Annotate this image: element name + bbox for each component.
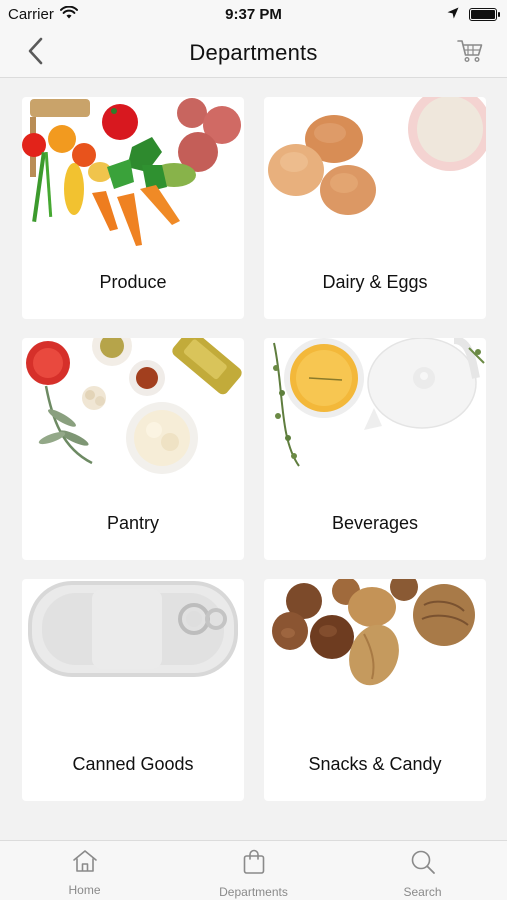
- tab-departments[interactable]: Departments: [194, 849, 314, 899]
- status-left: Carrier: [8, 5, 78, 23]
- department-card-snacks-candy[interactable]: Snacks & Candy: [264, 579, 486, 801]
- home-icon: [72, 849, 98, 878]
- page-title: Departments: [189, 39, 318, 65]
- department-label: Dairy & Eggs: [322, 272, 428, 292]
- location-arrow-icon: [447, 6, 459, 23]
- beverages-image: [273, 338, 485, 467]
- carrier-label: Carrier: [8, 5, 54, 23]
- tab-home[interactable]: Home: [25, 849, 145, 897]
- back-button[interactable]: [20, 37, 50, 70]
- search-icon: [410, 849, 436, 880]
- tab-label: Search: [403, 885, 442, 899]
- chevron-left-icon: [27, 37, 43, 70]
- tab-bar: Home Departments Search: [0, 840, 507, 900]
- shopping-bag-icon: [242, 849, 266, 880]
- department-label: Pantry: [106, 513, 160, 533]
- pantry-image: [26, 338, 242, 474]
- department-label: Snacks & Candy: [308, 754, 442, 774]
- nav-bar: Departments: [0, 28, 507, 78]
- department-card-beverages[interactable]: Beverages: [264, 338, 486, 560]
- department-card-dairy-eggs[interactable]: Dairy & Eggs: [264, 97, 486, 319]
- battery-icon: [469, 7, 500, 21]
- department-grid: Produce Dairy & Eggs Pantry Beverages Ca…: [22, 97, 486, 801]
- tab-label: Home: [68, 883, 101, 897]
- wifi-icon: [59, 5, 78, 23]
- department-card-produce[interactable]: Produce: [22, 97, 244, 319]
- department-label: Beverages: [331, 513, 419, 533]
- battery-fill: [471, 9, 495, 19]
- status-bar: Carrier 9:37 PM: [0, 0, 507, 28]
- department-card-pantry[interactable]: Pantry: [22, 338, 244, 560]
- cart-button[interactable]: [455, 38, 485, 68]
- produce-image: [22, 98, 241, 246]
- snacks-candy-image: [272, 579, 475, 686]
- tab-search[interactable]: Search: [363, 849, 483, 899]
- department-label: Produce: [99, 272, 167, 292]
- tab-label: Departments: [219, 885, 288, 899]
- department-card-canned-goods[interactable]: Canned Goods: [22, 579, 244, 801]
- status-right: [447, 6, 500, 23]
- canned-goods-image: [28, 581, 238, 677]
- dairy-eggs-image: [268, 97, 486, 215]
- department-label: Canned Goods: [72, 754, 194, 774]
- cart-icon: [457, 39, 483, 68]
